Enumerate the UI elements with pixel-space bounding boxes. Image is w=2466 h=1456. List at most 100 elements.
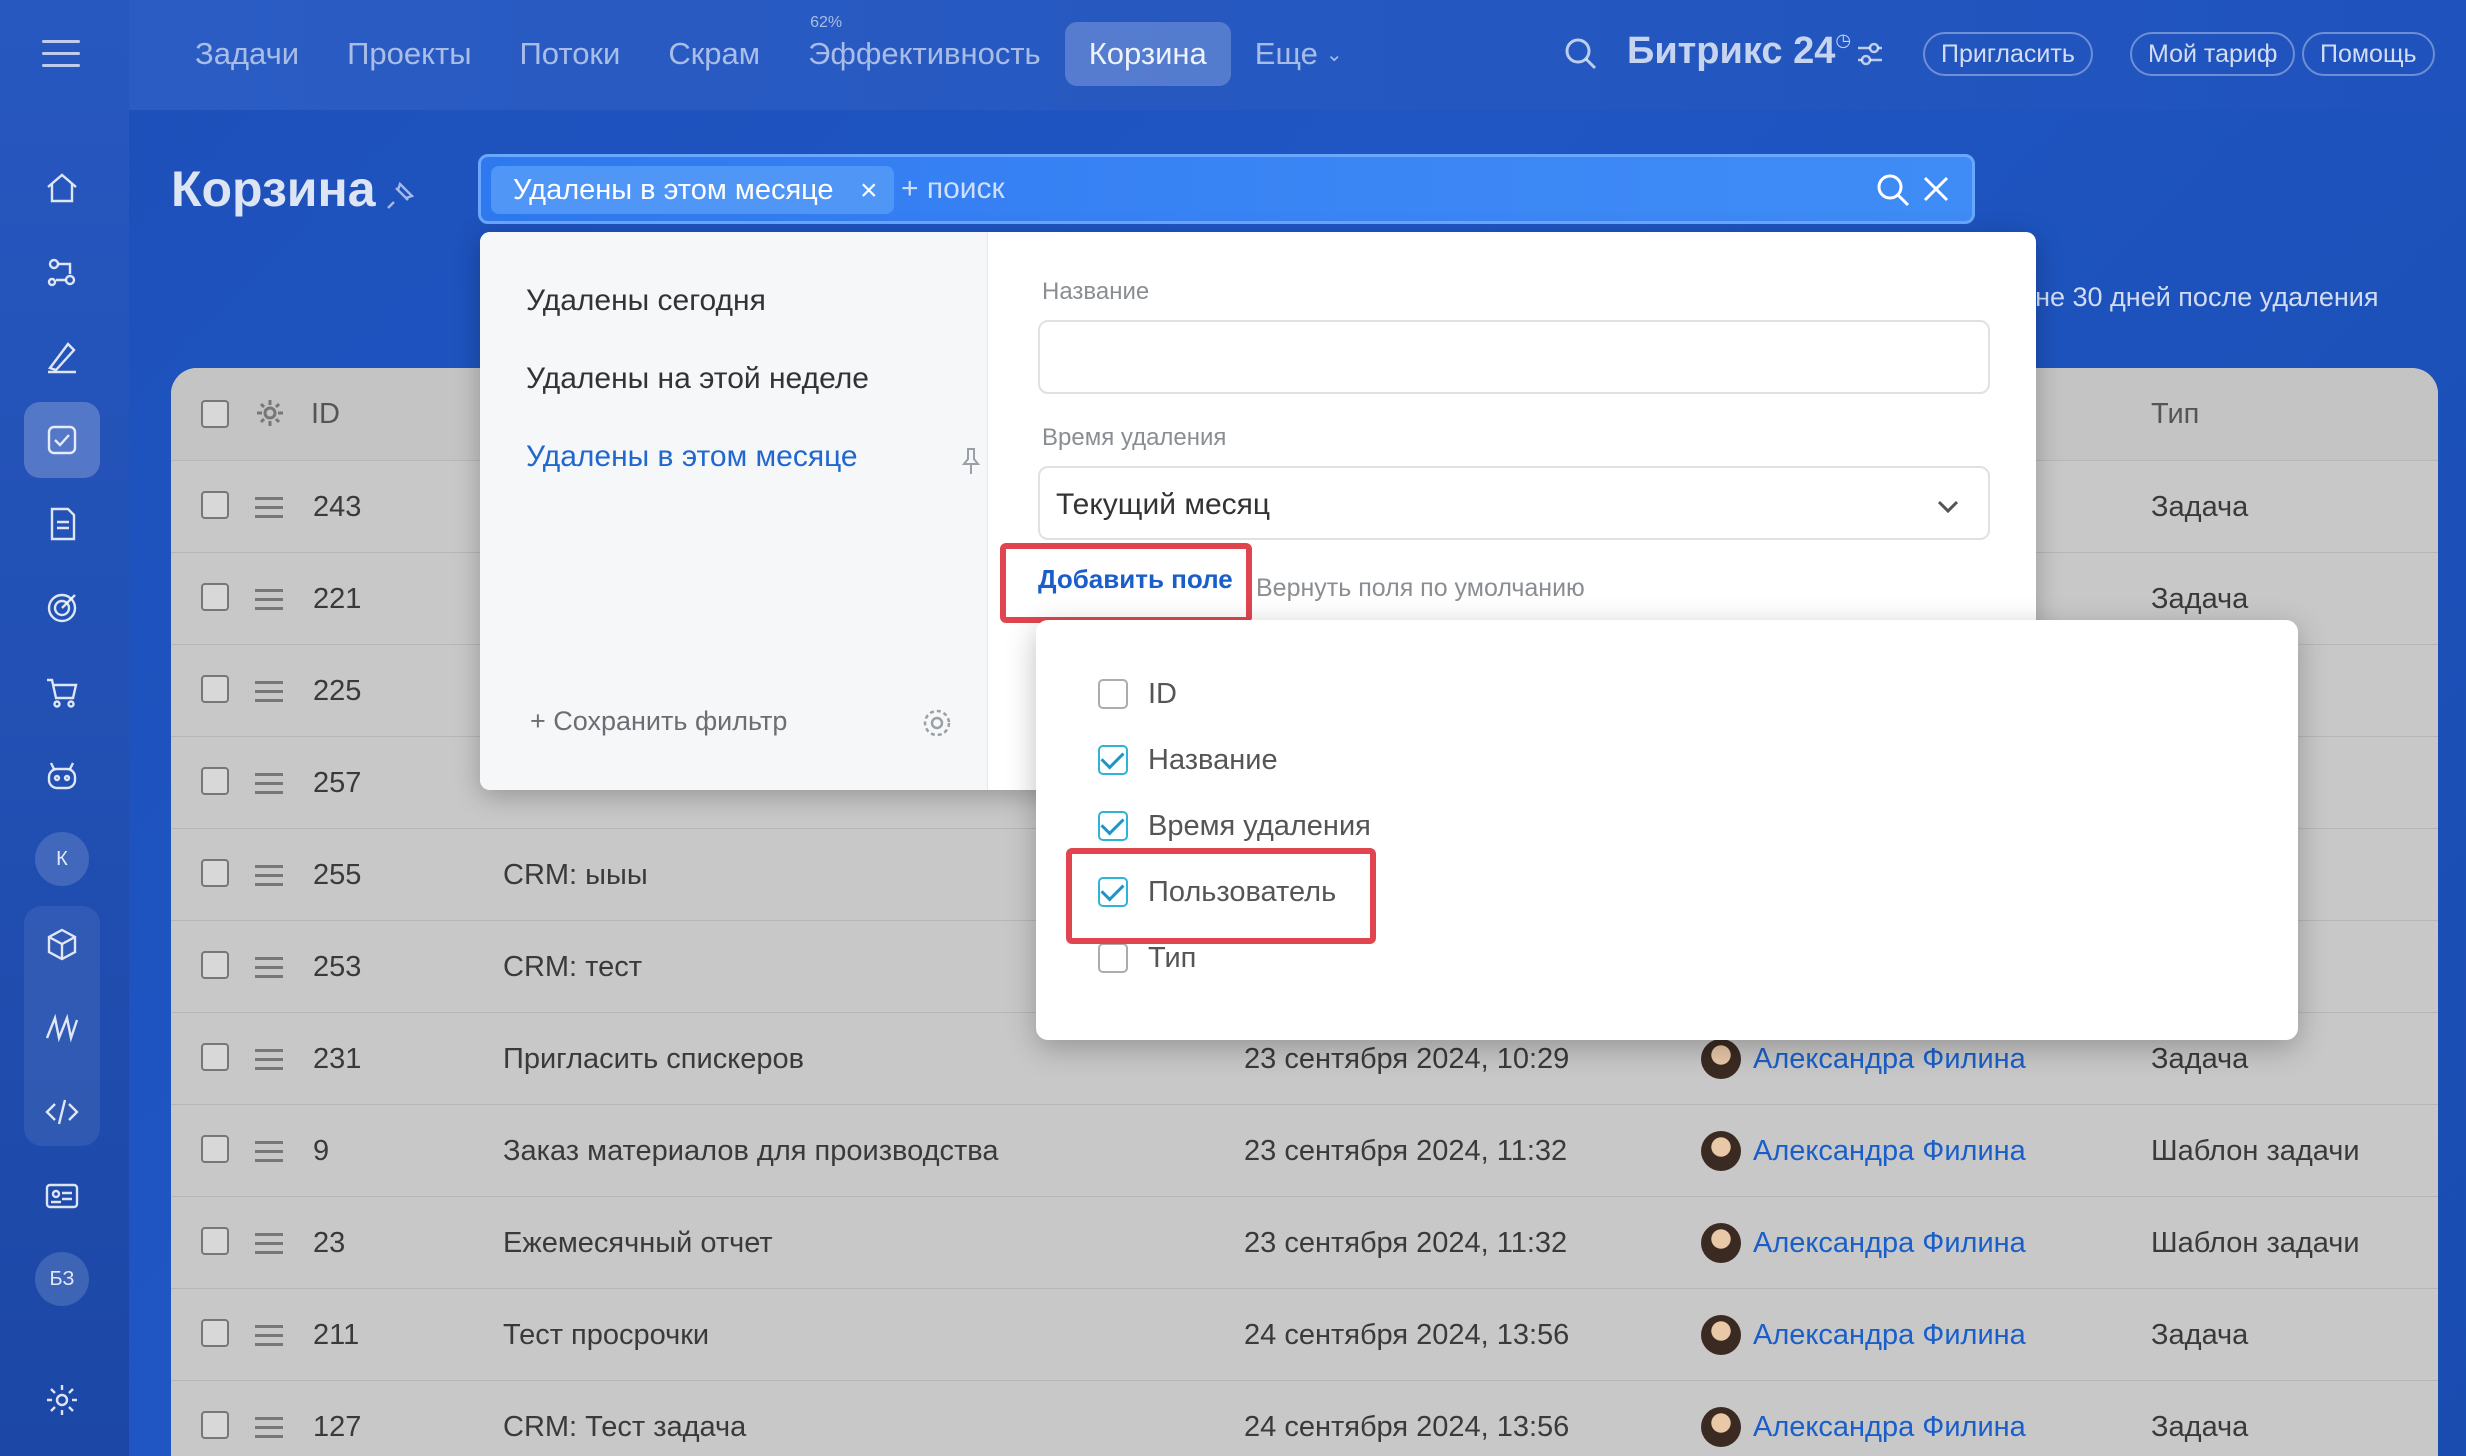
close-icon[interactable] xyxy=(1918,171,1954,207)
search-icon[interactable] xyxy=(1874,171,1912,209)
gear-icon[interactable] xyxy=(920,706,954,740)
search-input[interactable]: + поиск xyxy=(901,172,1005,206)
drag-handle-icon[interactable] xyxy=(255,1233,283,1260)
checkbox-checked[interactable] xyxy=(1098,811,1128,841)
signature-icon[interactable] xyxy=(24,990,100,1066)
nav-flows[interactable]: Потоки xyxy=(496,22,645,86)
preset-month[interactable]: Удалены в этом месяце xyxy=(526,440,858,474)
row-checkbox[interactable] xyxy=(201,1411,229,1439)
nav-trash[interactable]: Корзина xyxy=(1064,22,1231,86)
row-checkbox[interactable] xyxy=(201,1227,229,1255)
id-card-icon[interactable] xyxy=(24,1158,100,1234)
gear-icon[interactable] xyxy=(253,396,287,430)
preset-today[interactable]: Удалены сегодня xyxy=(526,284,766,318)
avatar xyxy=(1701,1407,1741,1447)
table-row[interactable]: 23 Ежемесячный отчет 23 сентября 2024, 11:… xyxy=(171,1196,2438,1288)
nav-efficiency[interactable]: 62% Эффективность xyxy=(784,14,1065,86)
avatar xyxy=(1701,1223,1741,1263)
nav-tasks[interactable]: Задачи xyxy=(171,22,323,86)
tasks-icon[interactable] xyxy=(24,402,100,478)
avatar-bz[interactable]: БЗ xyxy=(35,1252,89,1306)
table-row[interactable]: 211 Тест просрочки 24 сентября 2024, 13:56… xyxy=(171,1288,2438,1380)
row-checkbox[interactable] xyxy=(201,767,229,795)
row-checkbox[interactable] xyxy=(201,583,229,611)
chip-close-icon[interactable]: × xyxy=(860,174,878,208)
cell-user[interactable]: Александра Филина xyxy=(1753,1319,2026,1352)
checkbox[interactable] xyxy=(1098,943,1128,973)
sliders-icon[interactable] xyxy=(1854,38,1886,70)
row-checkbox[interactable] xyxy=(201,1319,229,1347)
help-button[interactable]: Помощь xyxy=(2302,32,2435,76)
nav-projects[interactable]: Проекты xyxy=(323,22,495,86)
cell-name: Ежемесячный отчет xyxy=(503,1227,773,1259)
target-icon[interactable] xyxy=(24,570,100,646)
avatar xyxy=(1701,1131,1741,1171)
cell-type: Шаблон задачи xyxy=(2151,1227,2360,1259)
filter-search-bar[interactable]: Удалены в этом месяце × + поиск xyxy=(478,154,1975,224)
pin-icon[interactable] xyxy=(960,446,982,476)
select-all-checkbox[interactable] xyxy=(201,400,229,428)
box-icon[interactable] xyxy=(24,906,100,982)
document-icon[interactable] xyxy=(24,486,100,562)
reset-fields-link[interactable]: Вернуть поля по умолчанию xyxy=(1256,574,1585,603)
preset-week[interactable]: Удалены на этой неделе xyxy=(526,362,869,396)
sign-icon[interactable] xyxy=(24,318,100,394)
cell-type: Задача xyxy=(2151,583,2249,615)
cell-user[interactable]: Александра Филина xyxy=(1753,1135,2026,1168)
drag-handle-icon[interactable] xyxy=(255,1417,283,1444)
field-option-type[interactable]: Тип xyxy=(1098,940,1196,976)
header-id[interactable]: ID xyxy=(311,398,340,431)
cell-user[interactable]: Александра Филина xyxy=(1753,1043,2026,1076)
field-option-time[interactable]: Время удаления xyxy=(1098,808,1371,844)
menu-icon[interactable] xyxy=(42,40,80,68)
avatar-k[interactable]: К xyxy=(35,832,89,886)
drag-handle-icon[interactable] xyxy=(255,1325,283,1352)
filter-chip[interactable]: Удалены в этом месяце × xyxy=(491,166,894,214)
row-checkbox[interactable] xyxy=(201,491,229,519)
table-row[interactable]: 127 CRM: Тест задача 24 сентября 2024, 13:… xyxy=(171,1380,2438,1456)
cell-user[interactable]: Александра Филина xyxy=(1753,1227,2026,1260)
invite-button[interactable]: Пригласить xyxy=(1923,32,2093,76)
drag-handle-icon[interactable] xyxy=(255,957,283,984)
settings-icon[interactable] xyxy=(24,1362,100,1438)
row-checkbox[interactable] xyxy=(201,675,229,703)
name-field[interactable] xyxy=(1038,320,1990,394)
deletion-time-select[interactable]: Текущий месяц xyxy=(1038,466,1990,540)
row-checkbox[interactable] xyxy=(201,859,229,887)
code-icon[interactable] xyxy=(24,1074,100,1150)
pin-icon[interactable] xyxy=(384,178,418,212)
cell-name: Пригласить спискеров xyxy=(503,1043,805,1075)
save-filter-button[interactable]: + Сохранить фильтр xyxy=(530,706,787,737)
checkbox[interactable] xyxy=(1098,679,1128,709)
drag-handle-icon[interactable] xyxy=(255,1049,283,1076)
flow-icon[interactable] xyxy=(24,234,100,310)
drag-handle-icon[interactable] xyxy=(255,773,283,800)
nav-more[interactable]: Еще ⌄ xyxy=(1231,22,1367,86)
brand-logo[interactable]: Битрикс 24◷ xyxy=(1627,30,1851,73)
row-checkbox[interactable] xyxy=(201,1135,229,1163)
robot-icon[interactable] xyxy=(24,738,100,814)
drag-handle-icon[interactable] xyxy=(255,1141,283,1168)
drag-handle-icon[interactable] xyxy=(255,497,283,524)
cart-icon[interactable] xyxy=(24,654,100,730)
drag-handle-icon[interactable] xyxy=(255,681,283,708)
field-option-name[interactable]: Название xyxy=(1098,742,1278,778)
left-sidebar: К БЗ xyxy=(0,0,129,1456)
cell-user[interactable]: Александра Филина xyxy=(1753,1411,2026,1444)
table-row[interactable]: 9 Заказ материалов для производства 23 сен… xyxy=(171,1104,2438,1196)
cell-id: 243 xyxy=(313,491,362,523)
cell-date: 23 сентября 2024, 10:29 xyxy=(1244,1043,1570,1075)
drag-handle-icon[interactable] xyxy=(255,589,283,616)
cell-name: Заказ материалов для производства xyxy=(503,1135,999,1167)
checkbox-checked[interactable] xyxy=(1098,745,1128,775)
row-checkbox[interactable] xyxy=(201,951,229,979)
tariff-button[interactable]: Мой тариф xyxy=(2130,32,2296,76)
drag-handle-icon[interactable] xyxy=(255,865,283,892)
row-checkbox[interactable] xyxy=(201,1043,229,1071)
search-icon[interactable] xyxy=(1559,32,1603,76)
field-list-dropdown: ID Название Время удаления Пользователь … xyxy=(1036,620,2298,1040)
home-icon[interactable] xyxy=(24,150,100,226)
field-option-id[interactable]: ID xyxy=(1098,676,1177,712)
nav-scrum[interactable]: Скрам xyxy=(644,22,784,86)
header-type[interactable]: Тип xyxy=(2151,398,2199,431)
